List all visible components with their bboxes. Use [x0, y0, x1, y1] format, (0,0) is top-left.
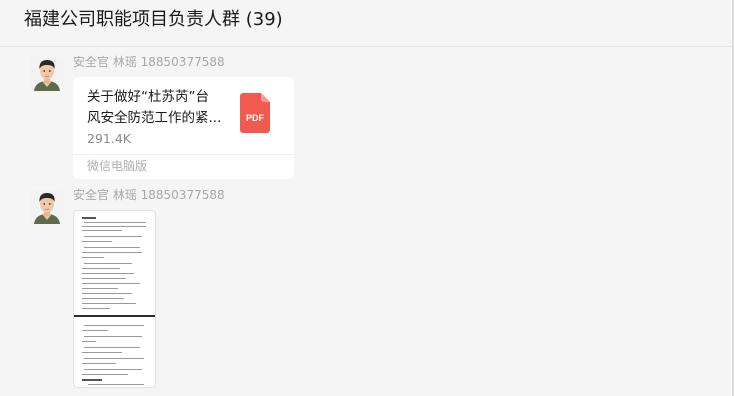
doc-text-line — [82, 252, 142, 254]
doc-text-line — [82, 257, 104, 259]
doc-text-line — [82, 226, 146, 228]
doc-text-line — [84, 263, 132, 265]
doc-text-line — [82, 283, 140, 285]
doc-heading-line — [82, 217, 96, 219]
doc-text-line — [82, 298, 124, 300]
sender-name: 安全官 林瑶 18850377588 — [73, 188, 225, 202]
cartoon-man-avatar-icon — [30, 57, 64, 91]
file-size: 291.4K — [87, 131, 131, 146]
doc-heading-line — [82, 379, 102, 381]
avatar[interactable] — [30, 190, 64, 224]
doc-text-line — [84, 358, 144, 360]
doc-text-line — [84, 369, 142, 371]
chat-title[interactable]: 福建公司职能项目负责人群 (39) — [24, 5, 283, 31]
doc-text-line — [84, 347, 140, 349]
sender-name: 安全官 林瑶 18850377588 — [73, 55, 225, 69]
doc-text-line — [88, 384, 144, 386]
doc-text-line — [82, 288, 118, 290]
avatar[interactable] — [30, 57, 64, 91]
file-name-line: 关于做好“杜苏芮”台 — [87, 89, 209, 105]
doc-text-line — [84, 247, 140, 249]
doc-text-line — [82, 374, 128, 376]
pdf-file-icon: PDF — [240, 93, 270, 133]
card-divider — [73, 154, 294, 155]
cartoon-man-avatar-icon — [30, 190, 64, 224]
doc-text-line — [82, 241, 112, 243]
doc-text-line — [82, 352, 122, 354]
doc-page-break — [74, 315, 155, 317]
doc-text-line — [82, 363, 116, 365]
file-name-line: 风安全防范工作的紧... — [87, 110, 222, 126]
doc-text-line — [82, 293, 132, 295]
doc-text-line — [82, 273, 134, 275]
pdf-label: PDF — [246, 113, 265, 123]
doc-text-line — [84, 222, 146, 224]
file-card[interactable]: 关于做好“杜苏芮”台 风安全防范工作的紧... 291.4K PDF 微信电脑版 — [73, 77, 294, 179]
document-image-thumbnail[interactable] — [73, 210, 156, 388]
doc-text-line — [82, 330, 108, 332]
doc-text-line — [82, 278, 126, 280]
doc-text-line — [82, 268, 120, 270]
doc-text-line — [84, 325, 144, 327]
doc-text-line — [82, 308, 110, 310]
doc-text-line — [82, 341, 96, 343]
doc-text-line — [84, 236, 142, 238]
chat-header: 福建公司职能项目负责人群 (39) — [0, 0, 734, 47]
file-name: 关于做好“杜苏芮”台 风安全防范工作的紧... — [87, 87, 233, 129]
doc-text-line — [82, 230, 122, 232]
doc-text-line — [84, 336, 142, 338]
file-source: 微信电脑版 — [87, 159, 148, 173]
doc-text-line — [82, 303, 136, 305]
